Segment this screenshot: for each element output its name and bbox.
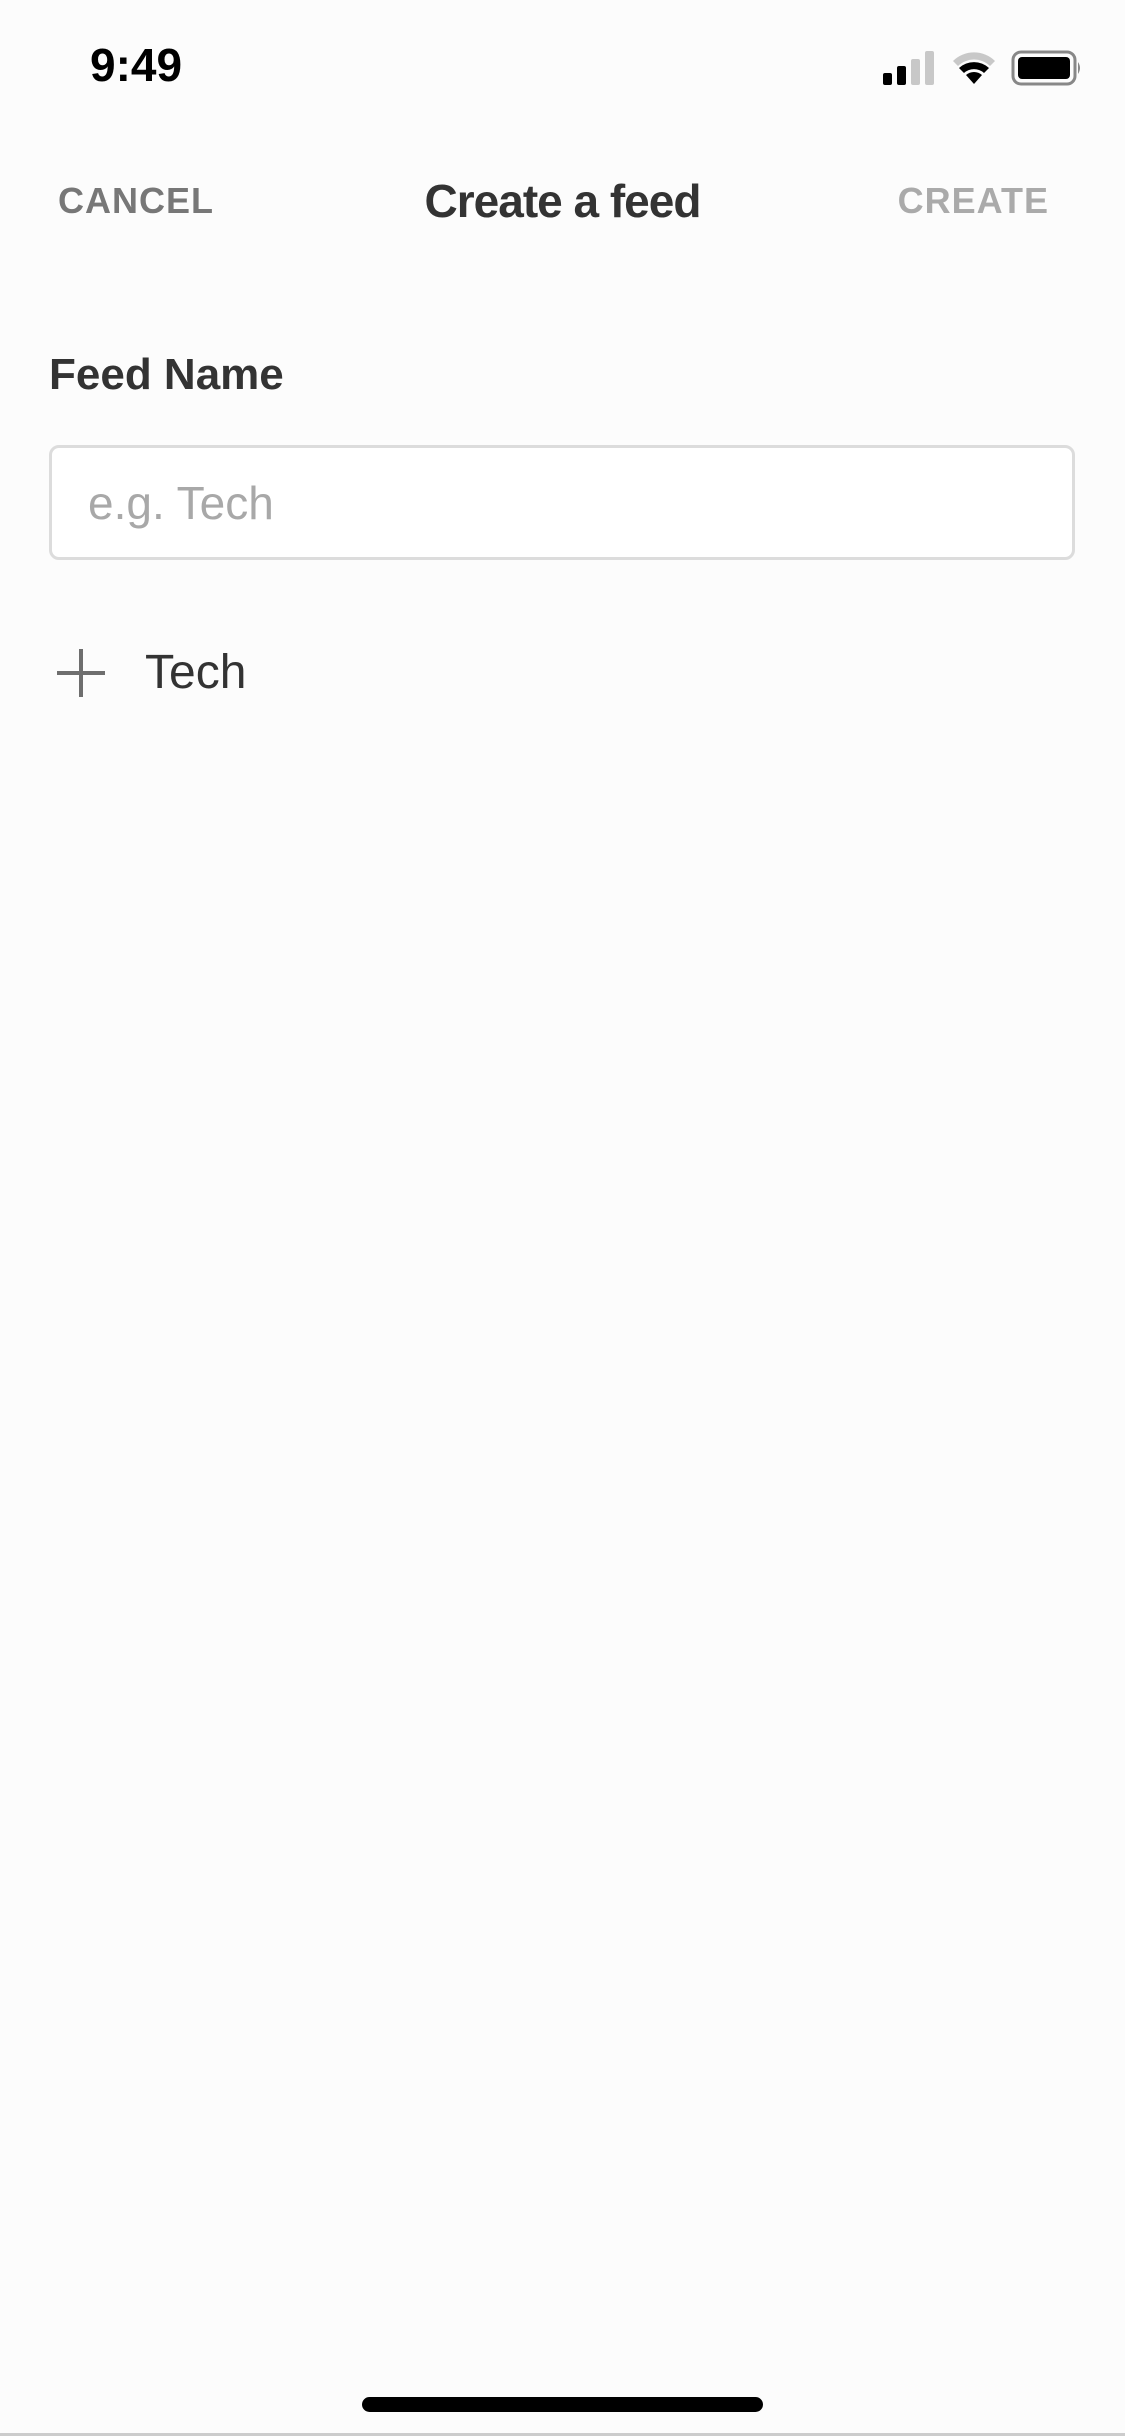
nav-bar: CANCEL Create a feed CREATE xyxy=(0,160,1125,240)
plus-icon xyxy=(57,648,105,697)
cellular-signal-icon xyxy=(883,51,934,85)
feed-name-input[interactable] xyxy=(49,445,1075,560)
status-time: 9:49 xyxy=(90,39,183,91)
suggestion-item[interactable]: Tech xyxy=(55,645,246,700)
create-button[interactable]: CREATE xyxy=(898,180,1049,222)
battery-icon xyxy=(1011,50,1080,86)
wifi-icon xyxy=(953,52,995,84)
suggestion-label: Tech xyxy=(145,646,247,699)
status-icons xyxy=(883,50,1083,86)
feed-name-label: Feed Name xyxy=(49,350,284,399)
home-indicator[interactable] xyxy=(362,2397,763,2412)
status-bar: 9:49 xyxy=(0,0,1125,130)
